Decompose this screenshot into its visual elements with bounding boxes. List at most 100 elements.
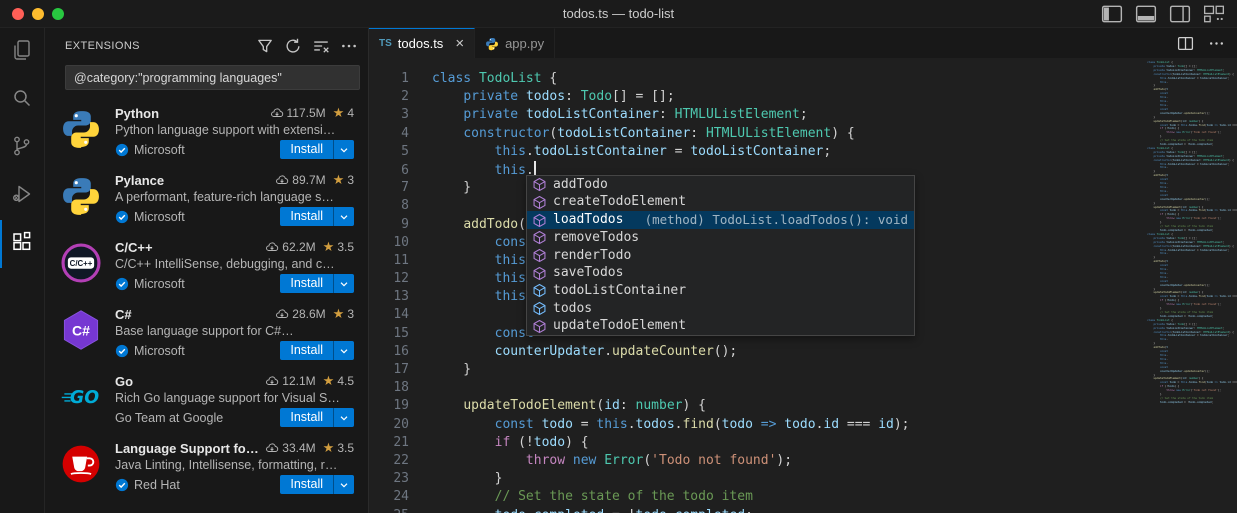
code-line: 24 // Set the state of the todo item — [369, 488, 1237, 506]
install-button[interactable]: Install — [280, 207, 333, 226]
extension-publisher: Microsoft — [134, 143, 185, 157]
code-line: 22 throw new Error('Todo not found'); — [369, 452, 1237, 470]
install-button[interactable]: Install — [280, 140, 333, 159]
line-number: 21 — [369, 434, 409, 452]
code-text: private todoListContainer: HTMLUListElem… — [432, 107, 808, 122]
install-button[interactable]: Install — [280, 341, 333, 360]
refresh-icon[interactable] — [284, 37, 302, 55]
clear-extensions-icon[interactable] — [312, 37, 330, 55]
extensions-search-input[interactable] — [65, 65, 360, 90]
extension-list-item[interactable]: Python 117.5M ★ 4 Python language suppor… — [45, 98, 368, 165]
tab-app.py[interactable]: app.py — [475, 28, 555, 58]
close-window-icon[interactable] — [12, 8, 24, 20]
suggest-item-updateTodoElement[interactable]: updateTodoElement — [527, 318, 914, 336]
activity-bar-item-run-debug[interactable] — [0, 172, 44, 220]
extension-list-item[interactable]: C# C# 28.6M ★ 3 Base language support fo… — [45, 299, 368, 366]
minimap-line: todo.completed = !todo.completed; — [1147, 401, 1237, 405]
code-line: 4 constructor(todoListContainer: HTMLULi… — [369, 125, 1237, 143]
line-number: 19 — [369, 397, 409, 415]
tab-bar: TStodos.ts×app.py — [369, 28, 1237, 58]
install-button[interactable]: Install — [280, 475, 333, 494]
code-line: 19 updateTodoElement(id: number) { — [369, 397, 1237, 415]
extension-rating: 3 — [347, 307, 354, 321]
activity-bar-item-explorer[interactable] — [0, 28, 44, 76]
line-number: 13 — [369, 288, 409, 306]
suggest-item-todoListContainer[interactable]: todoListContainer — [527, 282, 914, 300]
extension-name: Go — [115, 374, 259, 389]
svg-text:GO: GO — [70, 388, 99, 408]
install-button[interactable]: Install — [280, 274, 333, 293]
field-icon — [532, 283, 548, 299]
minimize-window-icon[interactable] — [32, 8, 44, 20]
typescript-icon: TS — [379, 38, 392, 49]
suggest-item-createTodoElement[interactable]: createTodoElement — [527, 194, 914, 212]
line-number: 9 — [369, 216, 409, 234]
close-tab-icon[interactable]: × — [455, 36, 464, 51]
star-icon: ★ — [323, 239, 335, 255]
files-icon — [10, 38, 34, 67]
code-line: 23 } — [369, 470, 1237, 488]
more-actions-icon[interactable] — [1208, 35, 1225, 52]
extensions-icon — [10, 230, 34, 259]
suggest-item-todos[interactable]: todos — [527, 300, 914, 318]
extensions-list: Python 117.5M ★ 4 Python language suppor… — [45, 98, 368, 513]
code-text: throw new Error('Todo not found'); — [432, 453, 792, 468]
activity-bar — [0, 28, 45, 513]
split-editor-icon[interactable] — [1177, 35, 1194, 52]
star-icon: ★ — [333, 172, 345, 188]
suggest-item-removeTodos[interactable]: removeTodos — [527, 229, 914, 247]
install-dropdown-button[interactable] — [333, 274, 354, 293]
line-number: 5 — [369, 143, 409, 161]
toggle-secondary-sidebar-icon[interactable] — [1169, 3, 1191, 25]
code-editor[interactable]: 1class TodoList {2 private todos: Todo[]… — [369, 58, 1237, 513]
suggest-label: createTodoElement — [553, 193, 686, 211]
extension-list-item[interactable]: Language Support fo… 33.4M ★ 3.5 Java Li… — [45, 433, 368, 500]
code-text: this. — [432, 253, 534, 268]
suggest-label: todoListContainer — [553, 282, 686, 300]
suggest-item-renderTodo[interactable]: renderTodo — [527, 247, 914, 265]
install-dropdown-button[interactable] — [333, 475, 354, 494]
sidebar-actions — [256, 37, 358, 55]
customize-layout-icon[interactable] — [1203, 3, 1225, 25]
code-text: // Set the state of the todo item — [432, 489, 753, 504]
install-dropdown-button[interactable] — [333, 341, 354, 360]
layout-controls — [1101, 3, 1225, 25]
install-dropdown-button[interactable] — [333, 140, 354, 159]
code-text: class TodoList { — [432, 71, 557, 86]
extension-list-item[interactable]: GO Go 12.1M ★ 4.5 Rich Go language suppo… — [45, 366, 368, 433]
line-number: 6 — [369, 162, 409, 180]
install-button[interactable]: Install — [280, 408, 333, 427]
extension-publisher: Microsoft — [134, 277, 185, 291]
verified-publisher-icon — [115, 210, 129, 224]
line-number: 11 — [369, 252, 409, 270]
activity-bar-item-extensions[interactable] — [0, 220, 44, 268]
suggest-item-loadTodos[interactable]: loadTodos(method) TodoList.loadTodos(): … — [527, 211, 914, 229]
code-line: 1class TodoList { — [369, 70, 1237, 88]
toggle-panel-icon[interactable] — [1135, 3, 1157, 25]
code-text: todo.completed = !todo.completed; — [432, 508, 753, 513]
filter-icon[interactable] — [256, 37, 274, 55]
extension-logo — [60, 443, 102, 485]
line-number: 24 — [369, 488, 409, 506]
window-controls[interactable] — [12, 8, 64, 20]
extension-name: C/C++ — [115, 240, 259, 255]
suggest-label: todos — [553, 300, 592, 318]
svg-text:C#: C# — [72, 323, 90, 339]
extension-publisher: Microsoft — [134, 210, 185, 224]
extension-logo: C# — [60, 309, 102, 351]
activity-bar-item-source-control[interactable] — [0, 124, 44, 172]
suggest-item-addTodo[interactable]: addTodo — [527, 176, 914, 194]
install-dropdown-button[interactable] — [333, 408, 354, 427]
activity-bar-item-search[interactable] — [0, 76, 44, 124]
extension-list-item[interactable]: Pylance 89.7M ★ 3 A performant, feature-… — [45, 165, 368, 232]
toggle-primary-sidebar-icon[interactable] — [1101, 3, 1123, 25]
tab-todos.ts[interactable]: TStodos.ts× — [369, 28, 475, 58]
install-dropdown-button[interactable] — [333, 207, 354, 226]
extension-list-item[interactable]: C/C++ C/C++ 62.2M ★ 3.5 C/C++ IntelliSen… — [45, 232, 368, 299]
suggest-item-saveTodos[interactable]: saveTodos — [527, 264, 914, 282]
more-actions-icon[interactable] — [340, 37, 358, 55]
minimap[interactable]: class TodoList { private todos: Todo[] =… — [1145, 58, 1237, 513]
line-number: 10 — [369, 234, 409, 252]
suggest-widget[interactable]: addTodocreateTodoElementloadTodos(method… — [526, 175, 915, 336]
zoom-window-icon[interactable] — [52, 8, 64, 20]
